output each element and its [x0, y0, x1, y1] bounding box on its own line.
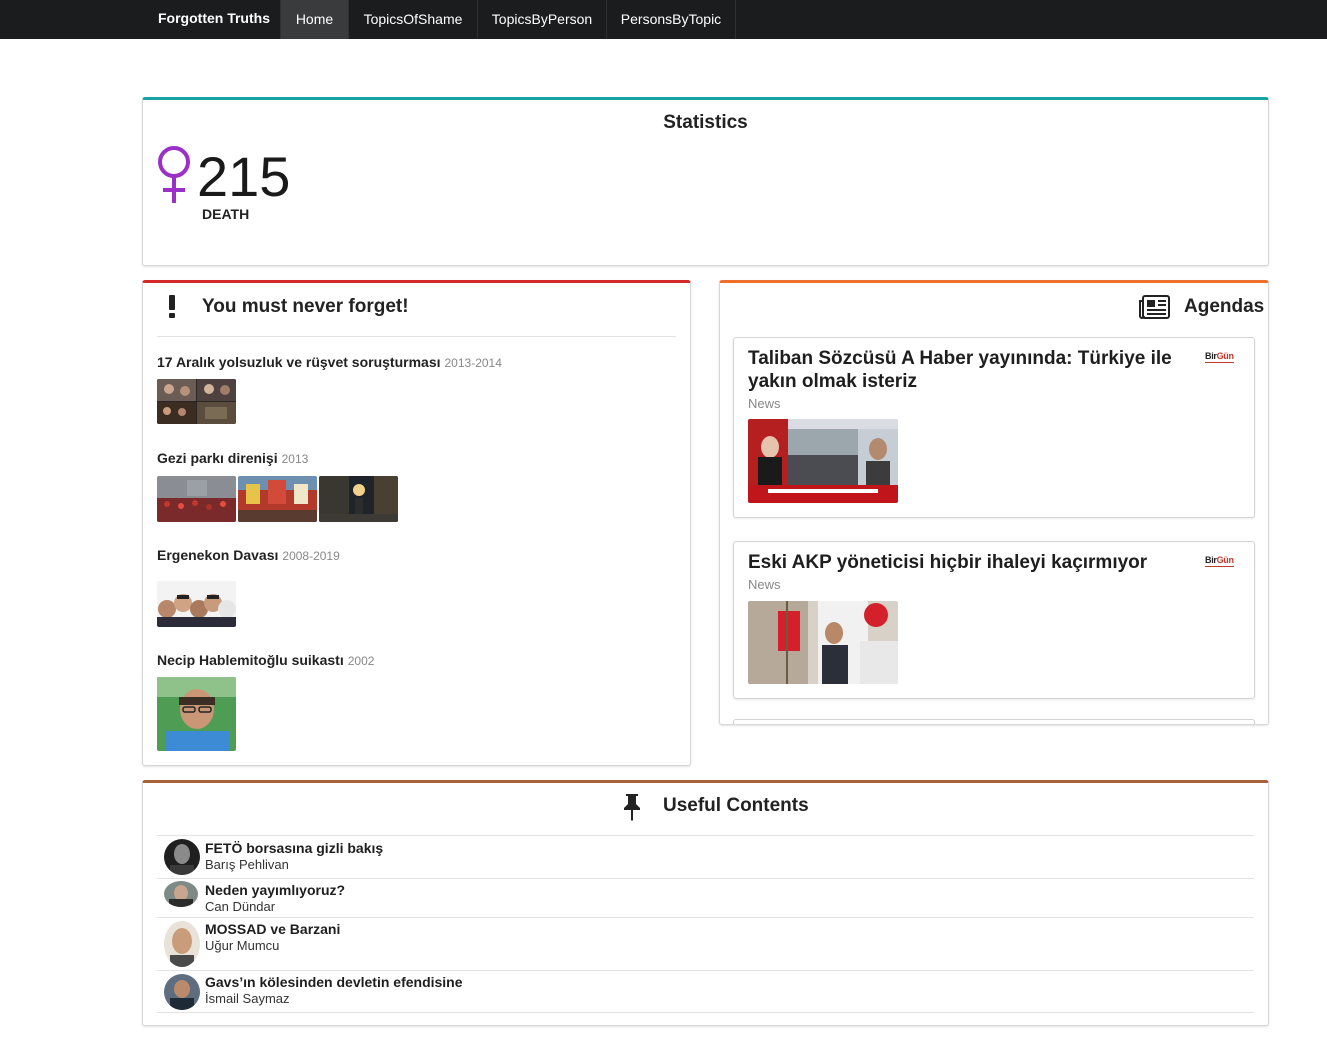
- top-navbar: Forgotten Truths Home TopicsOfShame Topi…: [0, 0, 1327, 39]
- pin-icon: [624, 794, 640, 821]
- topic-thumbnail[interactable]: [238, 476, 317, 522]
- divider: [157, 336, 676, 337]
- content-author[interactable]: Uğur Mumcu: [205, 938, 279, 953]
- topic-years: 2002: [347, 654, 375, 668]
- statistics-title: Statistics: [663, 112, 748, 133]
- agenda-image[interactable]: [748, 601, 898, 684]
- brand-link[interactable]: Forgotten Truths: [158, 0, 270, 39]
- agenda-category: News: [748, 577, 781, 592]
- agenda-title[interactable]: Taliban Sözcüsü A Haber yayınında: Türki…: [748, 347, 1188, 393]
- source-name: Gün: [1216, 555, 1234, 565]
- topic-name[interactable]: Ergenekon Davası: [157, 547, 278, 563]
- agenda-card[interactable]: Eski AKP yöneticisi hiçbir ihaleyi kaçır…: [733, 541, 1255, 699]
- topic-thumbnail[interactable]: [157, 476, 236, 522]
- avatar: [164, 974, 200, 1010]
- topic-title[interactable]: Gezi parkı direnişi 2013: [157, 450, 308, 466]
- nav-home[interactable]: Home: [280, 0, 349, 39]
- source-logo: BirGün: [1205, 555, 1234, 567]
- topic-thumbnail[interactable]: [157, 581, 236, 627]
- agenda-image[interactable]: [748, 419, 898, 503]
- divider: [157, 917, 1254, 918]
- content-title[interactable]: FETÖ borsasına gizli bakış: [205, 840, 383, 856]
- death-count: 215: [197, 145, 291, 208]
- topic-thumbnail[interactable]: [157, 677, 236, 751]
- content-author[interactable]: Can Dündar: [205, 899, 275, 914]
- never-forget-title: You must never forget!: [202, 296, 409, 317]
- topic-name[interactable]: Gezi parkı direnişi: [157, 450, 278, 466]
- topic-title[interactable]: Necip Hablemitoğlu suikastı 2002: [157, 652, 374, 668]
- topic-name[interactable]: 17 Aralık yolsuzluk ve rüşvet soruşturma…: [157, 354, 441, 370]
- content-author[interactable]: Barış Pehlivan: [205, 857, 289, 872]
- agenda-title[interactable]: Eski AKP yöneticisi hiçbir ihaleyi kaçır…: [748, 551, 1188, 574]
- content-author[interactable]: İsmail Saymaz: [205, 991, 290, 1006]
- nav-topics-by-person[interactable]: TopicsByPerson: [477, 0, 607, 39]
- divider: [157, 1012, 1254, 1013]
- agenda-card[interactable]: [733, 719, 1255, 724]
- venus-icon: [158, 146, 190, 203]
- agenda-category: News: [748, 396, 781, 411]
- topic-title[interactable]: Ergenekon Davası 2008-2019: [157, 547, 340, 563]
- topic-years: 2013-2014: [444, 356, 502, 370]
- nav-persons-by-topic[interactable]: PersonsByTopic: [606, 0, 736, 39]
- content-title[interactable]: MOSSAD ve Barzani: [205, 921, 340, 937]
- avatar: [164, 839, 200, 875]
- topic-thumbnail[interactable]: [157, 379, 236, 424]
- exclamation-icon: [169, 295, 175, 318]
- agenda-card[interactable]: Taliban Sözcüsü A Haber yayınında: Türki…: [733, 337, 1255, 518]
- content-title[interactable]: Neden yayımlıyoruz?: [205, 882, 345, 898]
- source-name: Gün: [1216, 351, 1234, 361]
- topic-years: 2013: [281, 452, 309, 466]
- topic-name[interactable]: Necip Hablemitoğlu suikastı: [157, 652, 344, 668]
- newspaper-icon: [1139, 295, 1170, 319]
- agendas-panel: Agendas Taliban Sözcüsü A Haber yayınınd…: [719, 280, 1269, 725]
- death-label: DEATH: [202, 206, 250, 222]
- topic-years: 2008-2019: [282, 549, 340, 563]
- source-logo: BirGün: [1205, 351, 1234, 363]
- agendas-title: Agendas: [1184, 296, 1265, 317]
- nav-topics-of-shame[interactable]: TopicsOfShame: [348, 0, 478, 39]
- topic-title[interactable]: 17 Aralık yolsuzluk ve rüşvet soruşturma…: [157, 354, 502, 370]
- avatar: [164, 881, 198, 907]
- content-title[interactable]: Gavs’ın kölesinden devletin efendisine: [205, 974, 463, 990]
- divider: [157, 970, 1254, 971]
- topic-thumbnail[interactable]: [319, 476, 398, 522]
- useful-contents-title: Useful Contents: [663, 795, 809, 816]
- divider: [157, 835, 1254, 836]
- divider: [157, 878, 1254, 879]
- useful-contents-panel: Useful Contents FETÖ borsasına gizli bak…: [142, 780, 1269, 1026]
- never-forget-panel: You must never forget! 17 Aralık yolsuzl…: [142, 280, 691, 766]
- statistics-panel: Statistics 215 DEATH: [142, 97, 1269, 266]
- avatar: [164, 921, 200, 967]
